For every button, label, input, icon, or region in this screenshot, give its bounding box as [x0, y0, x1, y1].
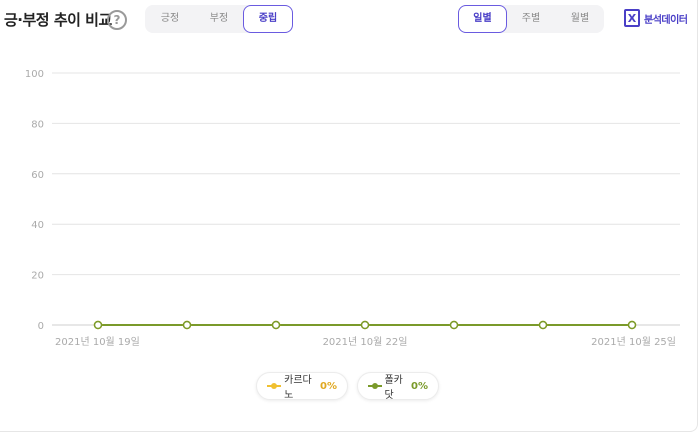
legend-marker-series-2 — [368, 381, 382, 391]
series-2-point — [627, 320, 637, 330]
legend-marker-series-1 — [267, 381, 281, 391]
series-2-point — [538, 320, 548, 330]
chart-card: 긍·부정 추이 비교 ? 긍정 부정 중립 일별 주별 월별 X 분석데이터 0… — [0, 0, 698, 432]
legend-label-series-2: 폴카닷 — [384, 375, 403, 401]
series-2-point — [182, 320, 192, 330]
legend-value-series-1: 0% — [320, 380, 337, 392]
y-tick-label: 20 — [31, 271, 44, 282]
y-tick-label: 60 — [31, 170, 44, 181]
x-tick-label: 2021년 10월 25일 — [591, 336, 676, 348]
series-2-point — [360, 320, 370, 330]
y-tick-label: 100 — [25, 69, 44, 80]
legend-item-series-1[interactable]: 카르다노 0% — [256, 372, 348, 401]
x-tick-label: 2021년 10월 22일 — [323, 336, 408, 348]
series-2-point — [271, 320, 281, 330]
x-tick-label: 2021년 10월 19일 — [55, 336, 140, 348]
legend-label-series-1: 카르다노 — [284, 375, 312, 401]
y-tick-label: 0 — [38, 321, 44, 332]
legend-item-series-2[interactable]: 폴카닷 0% — [357, 372, 439, 401]
line-chart: 0 20 40 60 80 100 2021년 10월 19일 2021년 10월 22일 20… — [25, 69, 680, 348]
series-2-point — [449, 320, 459, 330]
y-tick-label: 80 — [31, 119, 44, 130]
legend-value-series-2: 0% — [411, 380, 428, 392]
y-tick-label: 40 — [31, 220, 44, 231]
series-2-point — [93, 320, 103, 330]
